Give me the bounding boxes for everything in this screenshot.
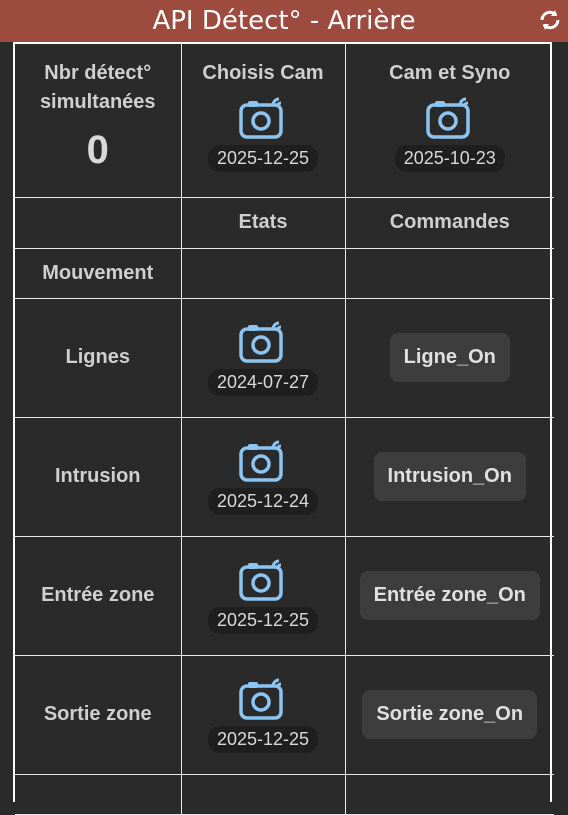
cam-syno-label: Cam et Syno [389,62,511,85]
camera-icon[interactable] [239,557,287,603]
date-badge: 2024-07-27 [207,369,319,396]
widget-header: API Détect° - Arrière [0,0,568,42]
state-cell[interactable]: 2025-12-25 [180,535,346,656]
column-header-row: Etats Commandes [15,196,554,249]
camera-icon[interactable] [239,95,287,141]
choose-cam-cell[interactable]: Choisis Cam 2025-12-25 [180,44,346,198]
sortie-zone-on-button[interactable]: Sortie zone_On [362,690,538,739]
section-row: Mouvement [15,247,554,299]
camera-icon[interactable] [239,676,287,722]
ligne-on-button[interactable]: Ligne_On [389,333,510,382]
table-row: Lignes 2024-07-27 Ligne_On [15,297,554,418]
command-cell: Entrée zone_On [344,535,554,656]
widget-title: API Détect° - Arrière [152,6,416,36]
cam-syno-cell[interactable]: Cam et Syno 2025-10-23 [344,44,554,198]
state-cell[interactable]: 2025-12-25 [180,654,346,775]
table-row: Intrusion 2025-12-24 Intrusion_On [15,416,554,537]
table-row [15,773,554,815]
camera-icon[interactable] [239,438,287,484]
date-badge: 2025-12-24 [207,488,319,515]
empty-cell [180,773,346,815]
empty-cell [344,247,554,299]
count-label-line2: simultanées [39,90,156,113]
camera-icon[interactable] [426,95,474,141]
commandes-header: Commandes [344,196,554,249]
detection-table: Nbr détect° simultanées 0 Choisis Cam 20… [15,44,554,815]
row-label: Lignes [15,297,182,418]
row-label: Intrusion [15,416,182,537]
table-row: Entrée zone 2025-12-25 Entrée zone_On [15,535,554,656]
count-label-line1: Nbr détect° [44,61,152,84]
section-label: Mouvement [15,247,182,299]
detection-grid: Nbr détect° simultanées 0 Choisis Cam 20… [13,42,554,815]
empty-cell [180,247,346,299]
row-label: Entrée zone [15,535,182,656]
count-cell: Nbr détect° simultanées 0 [15,44,182,198]
date-badge: 2025-12-25 [207,145,319,173]
summary-row: Nbr détect° simultanées 0 Choisis Cam 20… [15,44,554,198]
command-cell: Sortie zone_On [344,654,554,775]
date-badge: 2025-10-23 [394,145,505,173]
state-cell[interactable]: 2024-07-27 [180,297,346,418]
date-badge: 2025-12-25 [207,726,319,753]
row-label: Sortie zone [15,654,182,775]
etats-header: Etats [180,196,346,249]
intrusion-on-button[interactable]: Intrusion_On [373,452,526,501]
command-cell: Intrusion_On [344,416,554,537]
command-cell: Ligne_On [344,297,554,418]
empty-cell [344,773,554,815]
refresh-icon[interactable] [538,8,562,32]
choose-cam-label: Choisis Cam [202,62,324,85]
table-row: Sortie zone 2025-12-25 Sortie zone_On [15,654,554,775]
empty-cell [15,773,182,815]
detection-count: 0 [86,127,109,172]
camera-icon[interactable] [239,319,287,365]
state-cell[interactable]: 2025-12-24 [180,416,346,537]
empty-header-cell [15,196,182,249]
date-badge: 2025-12-25 [207,607,319,634]
entree-zone-on-button[interactable]: Entrée zone_On [359,571,540,620]
